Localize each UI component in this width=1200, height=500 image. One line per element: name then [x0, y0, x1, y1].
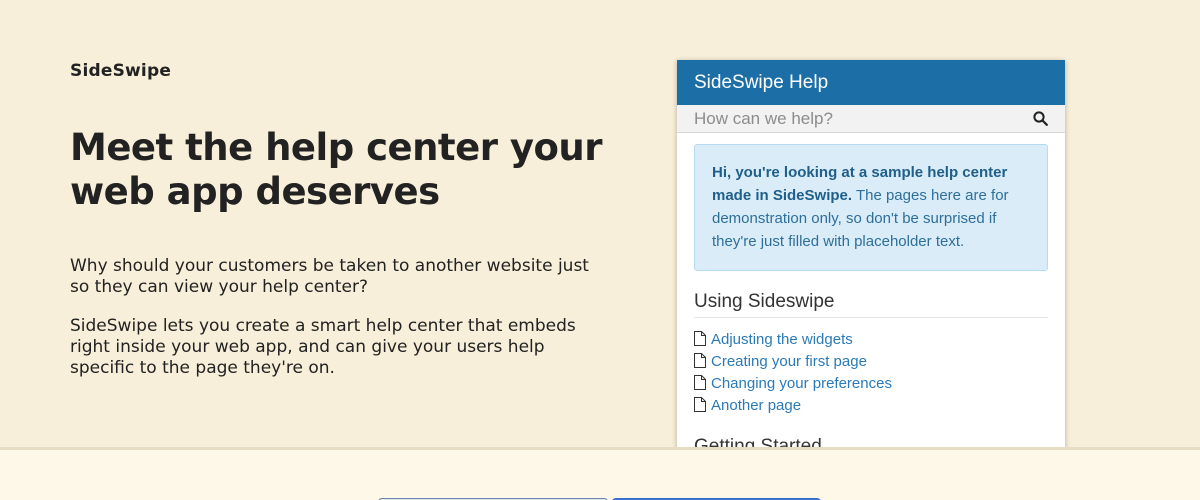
brand-name: SideSwipe: [70, 61, 172, 81]
list-item: Creating your first page: [694, 350, 1048, 372]
page-list: Adjusting the widgets Creating your firs…: [694, 328, 1048, 416]
section-title-using-sideswipe: Using Sideswipe: [694, 291, 1048, 318]
bottom-band: [0, 447, 1200, 500]
document-icon: [694, 375, 707, 391]
help-search-input[interactable]: [694, 108, 1014, 129]
search-icon[interactable]: [1032, 111, 1048, 127]
document-icon: [694, 397, 707, 413]
document-icon: [694, 331, 707, 347]
help-search-bar: [677, 105, 1065, 133]
hero-paragraph-1: Why should your customers be taken to an…: [70, 256, 589, 297]
page-link-creating-first-page[interactable]: Creating your first page: [711, 353, 867, 370]
help-widget-title: SideSwipe Help: [694, 71, 829, 93]
list-item: Another page: [694, 394, 1048, 416]
document-icon: [694, 353, 707, 369]
page-link-another-page[interactable]: Another page: [711, 397, 801, 414]
help-widget-header: SideSwipe Help: [677, 60, 1065, 105]
page-link-adjusting-widgets[interactable]: Adjusting the widgets: [711, 331, 853, 348]
hero-paragraph-2: SideSwipe lets you create a smart help c…: [70, 316, 576, 378]
help-widget-body: Hi, you're looking at a sample help cent…: [677, 133, 1065, 450]
list-item: Adjusting the widgets: [694, 328, 1048, 350]
list-item: Changing your preferences: [694, 372, 1048, 394]
help-widget-preview: SideSwipe Help Hi, you're looking at a s…: [677, 60, 1065, 450]
sample-notice: Hi, you're looking at a sample help cent…: [694, 144, 1048, 271]
hero-title: Meet the help center your web app deserv…: [70, 126, 602, 213]
page-link-changing-preferences[interactable]: Changing your preferences: [711, 375, 892, 392]
